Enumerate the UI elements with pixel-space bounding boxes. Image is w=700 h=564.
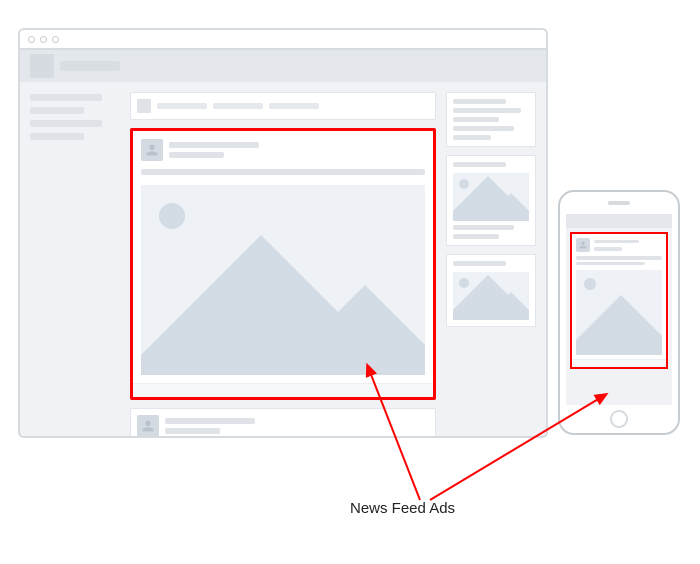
sidebar-ad-card [446,254,536,327]
post-footer-placeholder [133,383,433,397]
desktop-browser-window [18,28,548,438]
annotation-label: News Feed Ads [350,500,455,517]
feed-post-placeholder [130,408,436,438]
compose-line-placeholder [157,103,207,109]
nav-item-placeholder [30,94,102,101]
nav-item-placeholder [30,107,84,114]
compose-line-placeholder [213,103,263,109]
news-feed-column [130,92,436,426]
news-feed-ad-mobile [570,232,668,369]
browser-titlebar [20,30,546,50]
image-placeholder-icon [453,173,529,221]
image-placeholder-icon [141,185,425,375]
site-logo-placeholder [30,54,54,78]
right-sidebar [446,92,536,426]
meta-line-placeholder [169,152,224,158]
profile-avatar-icon [576,238,590,252]
nav-item-placeholder [30,120,102,127]
name-line-placeholder [169,142,259,148]
compose-line-placeholder [269,103,319,109]
window-control-dot [40,36,47,43]
mobile-top-bar [566,214,672,228]
profile-avatar-icon [141,139,163,161]
image-placeholder-icon [453,272,529,320]
left-sidebar [30,92,120,426]
search-placeholder [60,61,120,71]
image-placeholder-icon [576,270,662,355]
profile-avatar-icon [137,415,159,437]
site-body [20,82,546,436]
news-feed-ad-desktop [130,128,436,400]
post-header [133,131,433,169]
post-text-placeholder [133,169,433,185]
sidebar-card [446,92,536,147]
mobile-phone-mockup [558,190,680,435]
window-control-dot [28,36,35,43]
site-top-bar [20,50,546,82]
compose-avatar-placeholder [137,99,151,113]
phone-home-button [610,410,628,428]
sidebar-ad-card [446,155,536,246]
nav-item-placeholder [30,133,84,140]
phone-speaker [608,201,630,205]
compose-box [130,92,436,120]
phone-screen [566,214,672,405]
window-control-dot [52,36,59,43]
